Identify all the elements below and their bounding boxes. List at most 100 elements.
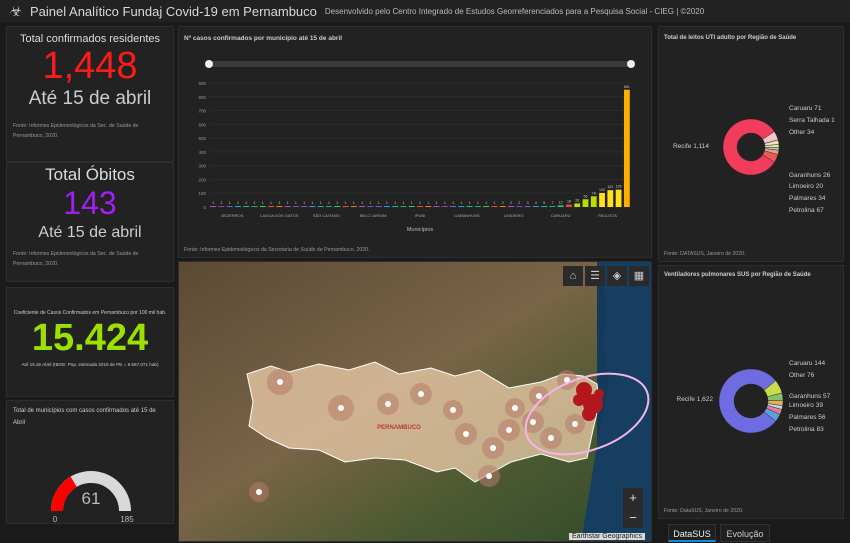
- bar[interactable]: [458, 206, 465, 207]
- slider-left-handle[interactable]: [205, 60, 213, 68]
- bar[interactable]: [301, 206, 308, 207]
- bar[interactable]: [466, 206, 473, 207]
- vent-pie-chart: Recife 1,622 Caruaru 144 Other 76 Garanhuns…: [677, 360, 831, 434]
- case-circle[interactable]: [455, 423, 477, 445]
- bar[interactable]: [350, 206, 357, 207]
- bar[interactable]: [590, 196, 597, 207]
- deaths-label: Total Óbitos: [45, 165, 135, 184]
- pie-slice[interactable]: [718, 368, 776, 434]
- bar-chart-title: Nº casos confirmados por município até 1…: [184, 35, 343, 42]
- bar[interactable]: [549, 206, 556, 207]
- x-tick-label: LAGOA DOS GATOS: [260, 213, 298, 218]
- bar[interactable]: [408, 206, 415, 207]
- case-circle[interactable]: [478, 465, 500, 487]
- case-circle[interactable]: [328, 395, 354, 421]
- bar[interactable]: [532, 206, 539, 207]
- slider-right-handle[interactable]: [627, 60, 635, 68]
- bar[interactable]: [508, 206, 514, 207]
- bar[interactable]: [400, 206, 407, 207]
- bar[interactable]: [599, 192, 605, 207]
- bar[interactable]: [557, 205, 564, 207]
- bar[interactable]: [375, 206, 382, 207]
- home-icon[interactable]: ⌂: [563, 266, 583, 286]
- tab-datasus[interactable]: DataSUS: [668, 524, 716, 542]
- bar[interactable]: [441, 206, 448, 207]
- bar-data-label: 1: [485, 201, 487, 205]
- zoom-in-button[interactable]: +: [623, 488, 643, 508]
- bar[interactable]: [226, 206, 233, 207]
- bar[interactable]: [615, 189, 622, 207]
- map-view[interactable]: PERNAMBUCO: [179, 262, 652, 542]
- range-slider[interactable]: [205, 60, 635, 68]
- bar[interactable]: [392, 206, 399, 207]
- y-tick-label: 800: [198, 95, 206, 100]
- case-circle[interactable]: [249, 482, 269, 502]
- bar[interactable]: [359, 206, 365, 207]
- bar[interactable]: [582, 199, 589, 207]
- bar[interactable]: [251, 206, 258, 207]
- pie-label: Garanhuns 26: [789, 172, 831, 179]
- bar[interactable]: [541, 206, 548, 207]
- vent-title: Ventiladores pulmonares SUS por Região d…: [664, 272, 811, 278]
- bar[interactable]: [235, 206, 241, 207]
- map-panel: PERNAMBUCO ⌂ ☰ ◈ ▦ + − Earthstar Geograp…: [178, 261, 652, 542]
- pie-label: Palmares 56: [789, 414, 826, 421]
- bar[interactable]: [483, 206, 490, 207]
- case-circle[interactable]: [498, 419, 520, 441]
- case-circle[interactable]: [482, 437, 504, 459]
- bar[interactable]: [491, 206, 498, 207]
- bar[interactable]: [524, 206, 531, 207]
- bar[interactable]: [417, 206, 423, 207]
- tab-evolucao[interactable]: Evolução: [720, 524, 770, 542]
- deaths-value: 143: [63, 185, 117, 221]
- y-tick-label: 600: [198, 122, 206, 127]
- pie-label: Limoeiro 20: [789, 183, 823, 190]
- bar[interactable]: [292, 206, 299, 207]
- bar[interactable]: [243, 206, 250, 207]
- zoom-out-button[interactable]: −: [623, 508, 643, 528]
- case-circle[interactable]: [443, 400, 463, 420]
- bar[interactable]: [309, 206, 316, 207]
- bar[interactable]: [623, 89, 630, 207]
- bar[interactable]: [574, 203, 581, 207]
- bar[interactable]: [499, 206, 506, 207]
- bar[interactable]: [433, 206, 440, 207]
- basemap-gallery-icon[interactable]: ▦: [629, 266, 649, 286]
- bar[interactable]: [384, 206, 390, 207]
- pie-label: Other 34: [789, 129, 815, 136]
- municipios-gauge: 61 0 185: [51, 471, 134, 524]
- case-circle[interactable]: [377, 393, 399, 415]
- bar[interactable]: [607, 190, 614, 207]
- layers-icon[interactable]: ◈: [607, 266, 627, 286]
- case-circle[interactable]: [505, 398, 525, 418]
- bar-data-label: 2: [502, 201, 504, 205]
- list-icon[interactable]: ☰: [585, 266, 605, 286]
- bar[interactable]: [317, 206, 324, 207]
- bar-data-label: 1: [460, 201, 462, 205]
- bar[interactable]: [516, 206, 523, 207]
- uti-panel: Total de leitos UTI adulto por Região de…: [658, 26, 844, 262]
- bar[interactable]: [342, 206, 349, 207]
- case-circle[interactable]: [565, 414, 585, 434]
- case-circle[interactable]: [540, 427, 562, 449]
- bar-data-label: 1: [394, 201, 396, 205]
- bar[interactable]: [210, 206, 217, 207]
- app-title: Painel Analítico Fundaj Covid-19 em Pern…: [30, 3, 317, 19]
- y-tick-label: 900: [198, 81, 206, 86]
- bar[interactable]: [276, 206, 283, 207]
- bar-data-label: 1: [328, 201, 330, 205]
- bar[interactable]: [425, 206, 432, 207]
- bar[interactable]: [450, 206, 456, 207]
- bar[interactable]: [218, 206, 225, 207]
- case-circle[interactable]: [410, 383, 432, 405]
- bar-data-label: 1: [361, 201, 363, 205]
- bar[interactable]: [259, 206, 266, 207]
- bar[interactable]: [284, 206, 291, 207]
- bar[interactable]: [268, 206, 274, 207]
- bar[interactable]: [475, 206, 481, 207]
- case-circle[interactable]: [267, 369, 293, 395]
- bar[interactable]: [566, 204, 572, 207]
- bar[interactable]: [367, 206, 374, 207]
- bar[interactable]: [334, 206, 341, 207]
- bar[interactable]: [326, 206, 332, 207]
